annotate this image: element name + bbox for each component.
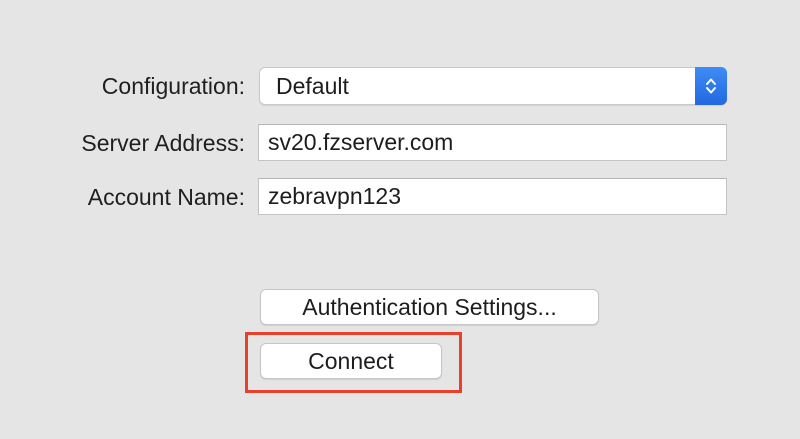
- configuration-value: Default: [276, 73, 349, 99]
- configuration-label: Configuration:: [101, 73, 245, 99]
- server-address-label: Server Address:: [81, 130, 245, 156]
- server-address-field[interactable]: [259, 125, 726, 160]
- server-address-field-container: [258, 124, 727, 161]
- account-name-field[interactable]: [259, 179, 726, 214]
- up-down-chevron-icon[interactable]: [695, 67, 727, 105]
- authentication-settings-button[interactable]: Authentication Settings...: [260, 289, 599, 325]
- account-name-label: Account Name:: [87, 184, 245, 210]
- account-name-field-container: [258, 178, 727, 215]
- configuration-popup[interactable]: Default: [259, 67, 727, 105]
- connect-button[interactable]: Connect: [260, 343, 442, 379]
